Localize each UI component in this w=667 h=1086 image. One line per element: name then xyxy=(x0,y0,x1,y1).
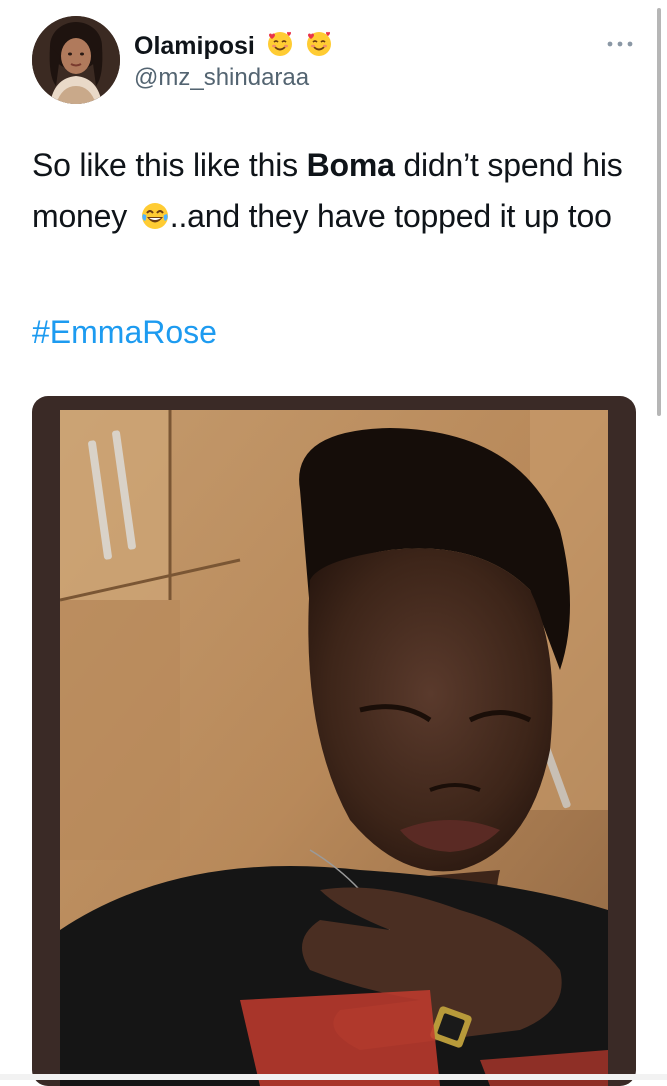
tweet-text-bold-name: Boma xyxy=(306,147,395,183)
avatar-photo xyxy=(32,16,120,104)
smiling-face-with-hearts-icon xyxy=(305,30,333,65)
tweet-media[interactable] xyxy=(32,396,636,1086)
tweet-text: So like this like this Boma didn’t spend… xyxy=(32,140,642,246)
author-handle[interactable]: @mz_shindaraa xyxy=(134,64,309,92)
divider xyxy=(0,1074,667,1080)
photo-image xyxy=(60,410,608,1086)
author-name-text: Olamiposi xyxy=(134,32,255,60)
face-with-tears-of-joy-icon xyxy=(140,195,170,246)
scrollbar[interactable] xyxy=(657,8,661,416)
tweet[interactable]: Olamiposi @mz_shindaraa So like this lik… xyxy=(0,0,667,1086)
media-photo xyxy=(60,410,608,1086)
author-display-name[interactable]: Olamiposi xyxy=(134,30,333,65)
tweet-text-part1: So like this like this xyxy=(32,147,307,183)
more-options-icon[interactable] xyxy=(604,36,636,52)
smiling-face-with-hearts-icon xyxy=(266,30,294,65)
hashtag-link[interactable]: #EmmaRose xyxy=(32,314,217,351)
tweet-text-part3: ..and they have topped it up too xyxy=(169,198,612,234)
author-avatar[interactable] xyxy=(32,16,120,104)
